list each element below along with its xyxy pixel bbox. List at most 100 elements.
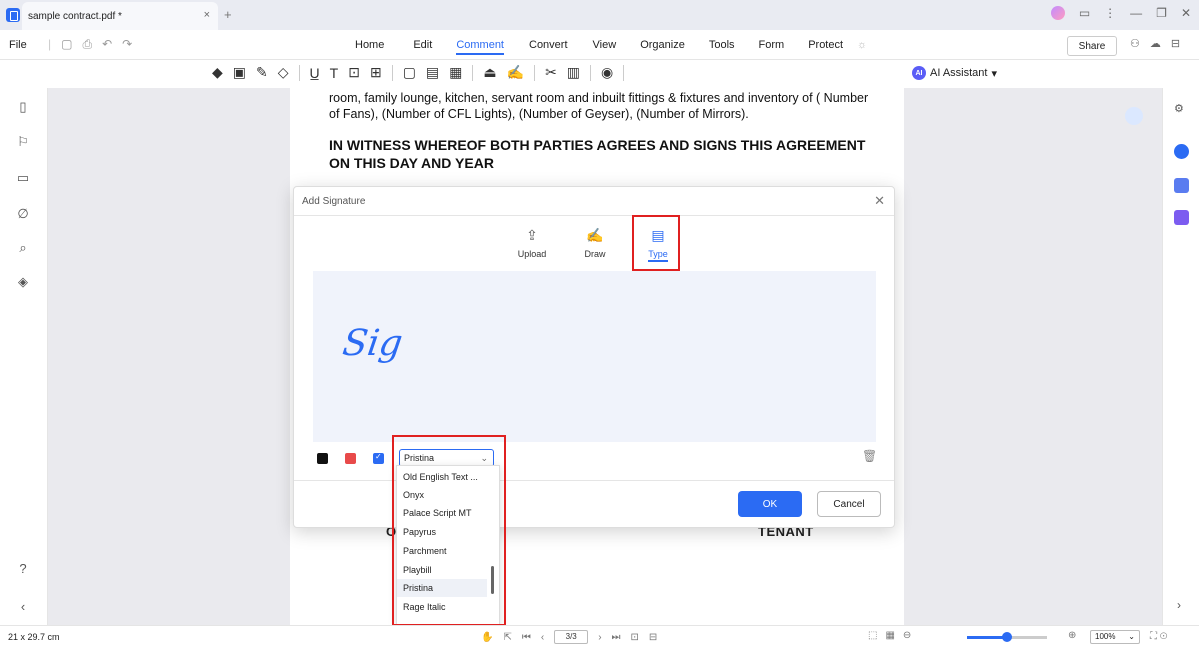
menu-comment[interactable]: Comment bbox=[456, 39, 504, 55]
cancel-button[interactable]: Cancel bbox=[817, 491, 881, 517]
cloud-icon[interactable]: ☁ bbox=[1150, 37, 1161, 50]
save-icon[interactable]: ▢ bbox=[61, 37, 72, 52]
file-menu[interactable]: File bbox=[9, 39, 27, 51]
comment-list-icon[interactable]: ▥ bbox=[567, 64, 580, 81]
floating-translate-icon[interactable] bbox=[1125, 107, 1143, 125]
signature-icon[interactable]: ✍ bbox=[507, 64, 524, 81]
ok-button[interactable]: OK bbox=[738, 491, 802, 517]
divider bbox=[298, 64, 300, 81]
view-controls: ⬚ ▦ ⊖ bbox=[868, 630, 911, 641]
menu-tools[interactable]: Tools bbox=[709, 39, 735, 55]
text-callout-icon[interactable]: ⊞ bbox=[370, 64, 382, 81]
select-tool-icon[interactable]: ⇱ bbox=[503, 632, 511, 643]
next-page-icon[interactable]: › bbox=[598, 632, 601, 643]
stamp-icon[interactable]: ⏏ bbox=[483, 64, 496, 81]
edit-ai-icon[interactable] bbox=[1174, 210, 1189, 225]
menu-bar: File | ▢ ⎙ ↶ ↷ Home Edit Comment Convert… bbox=[0, 30, 1199, 60]
chat-icon[interactable]: ▭ bbox=[1079, 6, 1090, 20]
color-black-swatch[interactable] bbox=[317, 453, 328, 464]
close-window-button[interactable]: ✕ bbox=[1181, 6, 1191, 20]
shape-icon[interactable]: ▢ bbox=[403, 64, 416, 81]
last-page-icon[interactable]: ⏭ bbox=[612, 632, 621, 643]
ai-badge-icon: AI bbox=[912, 66, 926, 80]
quick-access: | ▢ ⎙ ↶ ↷ bbox=[48, 37, 132, 52]
zoom-in-icon[interactable]: ⊕ bbox=[1068, 630, 1076, 641]
signature-canvas[interactable]: Sig bbox=[313, 271, 876, 442]
zoom-slider-handle[interactable] bbox=[1002, 632, 1012, 642]
tab-upload-label: Upload bbox=[517, 249, 547, 259]
highlight-icon[interactable]: ◆ bbox=[212, 64, 223, 81]
main-menu: Home Edit Comment Convert View Organize … bbox=[355, 39, 867, 55]
menu-convert[interactable]: Convert bbox=[529, 39, 568, 55]
properties-icon[interactable]: ⚙ bbox=[1174, 102, 1184, 115]
textbox-icon[interactable]: ⊡ bbox=[348, 64, 360, 81]
zoom-slider[interactable] bbox=[967, 632, 1047, 642]
search-icon[interactable]: ⌕ bbox=[15, 240, 31, 256]
print-icon[interactable]: ⎙ bbox=[82, 37, 92, 52]
translate-icon[interactable] bbox=[1174, 178, 1189, 193]
avatar[interactable] bbox=[1050, 6, 1065, 20]
measure-icon[interactable]: ▦ bbox=[449, 64, 462, 81]
bookmark-icon[interactable]: ⚐ bbox=[15, 134, 31, 150]
menu-organize[interactable]: Organize bbox=[640, 39, 685, 55]
close-icon[interactable]: ✕ bbox=[874, 193, 885, 209]
sticky-note-icon[interactable]: ▤ bbox=[426, 64, 439, 81]
minimize-button[interactable]: — bbox=[1130, 6, 1142, 20]
menu-protect[interactable]: Protect bbox=[808, 39, 843, 55]
pencil-icon[interactable]: ✎ bbox=[256, 64, 268, 81]
menu-view[interactable]: View bbox=[593, 39, 617, 55]
thumbnails-icon[interactable]: ▯ bbox=[15, 99, 31, 115]
tab-upload[interactable]: ⇪ Upload bbox=[512, 227, 552, 259]
menubar-right-icons: ⚇ ☁ ⊟ bbox=[1130, 37, 1180, 50]
fit-page-icon[interactable]: ⊡ bbox=[631, 632, 639, 643]
page-layout-icon[interactable]: ▦ bbox=[885, 630, 894, 641]
color-blue-swatch[interactable] bbox=[373, 452, 384, 464]
divider bbox=[472, 64, 474, 81]
ai-assistant-button[interactable]: AI AI Assistant ▾ bbox=[912, 66, 997, 80]
share-people-icon[interactable]: ⚇ bbox=[1130, 37, 1140, 50]
ai-assistant-label: AI Assistant bbox=[930, 67, 988, 79]
draw-icon: ✍ bbox=[586, 227, 604, 243]
page-number-input[interactable]: 3/3 bbox=[554, 630, 589, 644]
new-tab-button[interactable]: + bbox=[224, 7, 232, 22]
ai-chat-icon[interactable] bbox=[1174, 144, 1189, 159]
underline-icon[interactable]: U̲ bbox=[310, 65, 320, 81]
undo-icon[interactable]: ↶ bbox=[102, 37, 112, 52]
attachment-icon[interactable]: ✂ bbox=[545, 64, 557, 81]
close-tab-icon[interactable]: × bbox=[204, 9, 210, 21]
zoom-out-icon[interactable]: ⊖ bbox=[903, 630, 911, 641]
document-tab-title: sample contract.pdf * bbox=[28, 10, 122, 22]
text-icon[interactable]: T bbox=[330, 65, 339, 81]
share-button[interactable]: Share bbox=[1067, 36, 1117, 56]
help-icon[interactable]: ? bbox=[15, 561, 31, 577]
prev-page-icon[interactable]: ‹ bbox=[541, 632, 544, 643]
comments-icon[interactable]: ▭ bbox=[15, 170, 31, 186]
redo-icon[interactable]: ↷ bbox=[122, 37, 132, 52]
view-mode-icon[interactable]: ⬚ bbox=[868, 630, 877, 641]
first-page-icon[interactable]: ⏮ bbox=[522, 632, 531, 643]
area-highlight-icon[interactable]: ▣ bbox=[233, 64, 246, 81]
tab-draw[interactable]: ✍ Draw bbox=[575, 227, 615, 259]
menu-edit[interactable]: Edit bbox=[413, 39, 432, 55]
fullscreen-icon[interactable]: ⛶ ⊙ bbox=[1150, 631, 1168, 642]
collapse-left-icon[interactable]: ‹ bbox=[15, 599, 31, 615]
maximize-button[interactable]: ❐ bbox=[1156, 6, 1167, 20]
layers-icon[interactable]: ◈ bbox=[15, 274, 31, 290]
zoom-select[interactable]: 100% ⌄ bbox=[1090, 630, 1140, 644]
collapse-ribbon-icon[interactable]: ⊟ bbox=[1171, 37, 1180, 50]
menu-form[interactable]: Form bbox=[759, 39, 785, 55]
eraser-icon[interactable]: ◇ bbox=[278, 64, 289, 81]
page-navigation: ✋ ⇱ ⏮ ‹ 3/3 › ⏭ ⊡ ⊟ bbox=[481, 630, 657, 644]
attachments-icon[interactable]: ∅ bbox=[15, 206, 31, 222]
show-comments-icon[interactable]: ◉ bbox=[601, 64, 613, 81]
tips-icon[interactable]: ☼ bbox=[857, 39, 867, 55]
color-red-swatch[interactable] bbox=[345, 453, 356, 464]
document-tab[interactable]: sample contract.pdf * × bbox=[22, 2, 218, 30]
collapse-right-icon[interactable]: › bbox=[1177, 598, 1181, 612]
hand-tool-icon[interactable]: ✋ bbox=[481, 632, 493, 643]
menu-home[interactable]: Home bbox=[355, 39, 384, 55]
more-icon[interactable]: ⋮ bbox=[1104, 6, 1116, 20]
delete-icon[interactable]: 🗑 bbox=[862, 449, 877, 463]
fit-width-icon[interactable]: ⊟ bbox=[649, 632, 657, 643]
add-signature-dialog: Add Signature ✕ ⇪ Upload ✍ Draw ▤ Type S… bbox=[293, 186, 895, 528]
